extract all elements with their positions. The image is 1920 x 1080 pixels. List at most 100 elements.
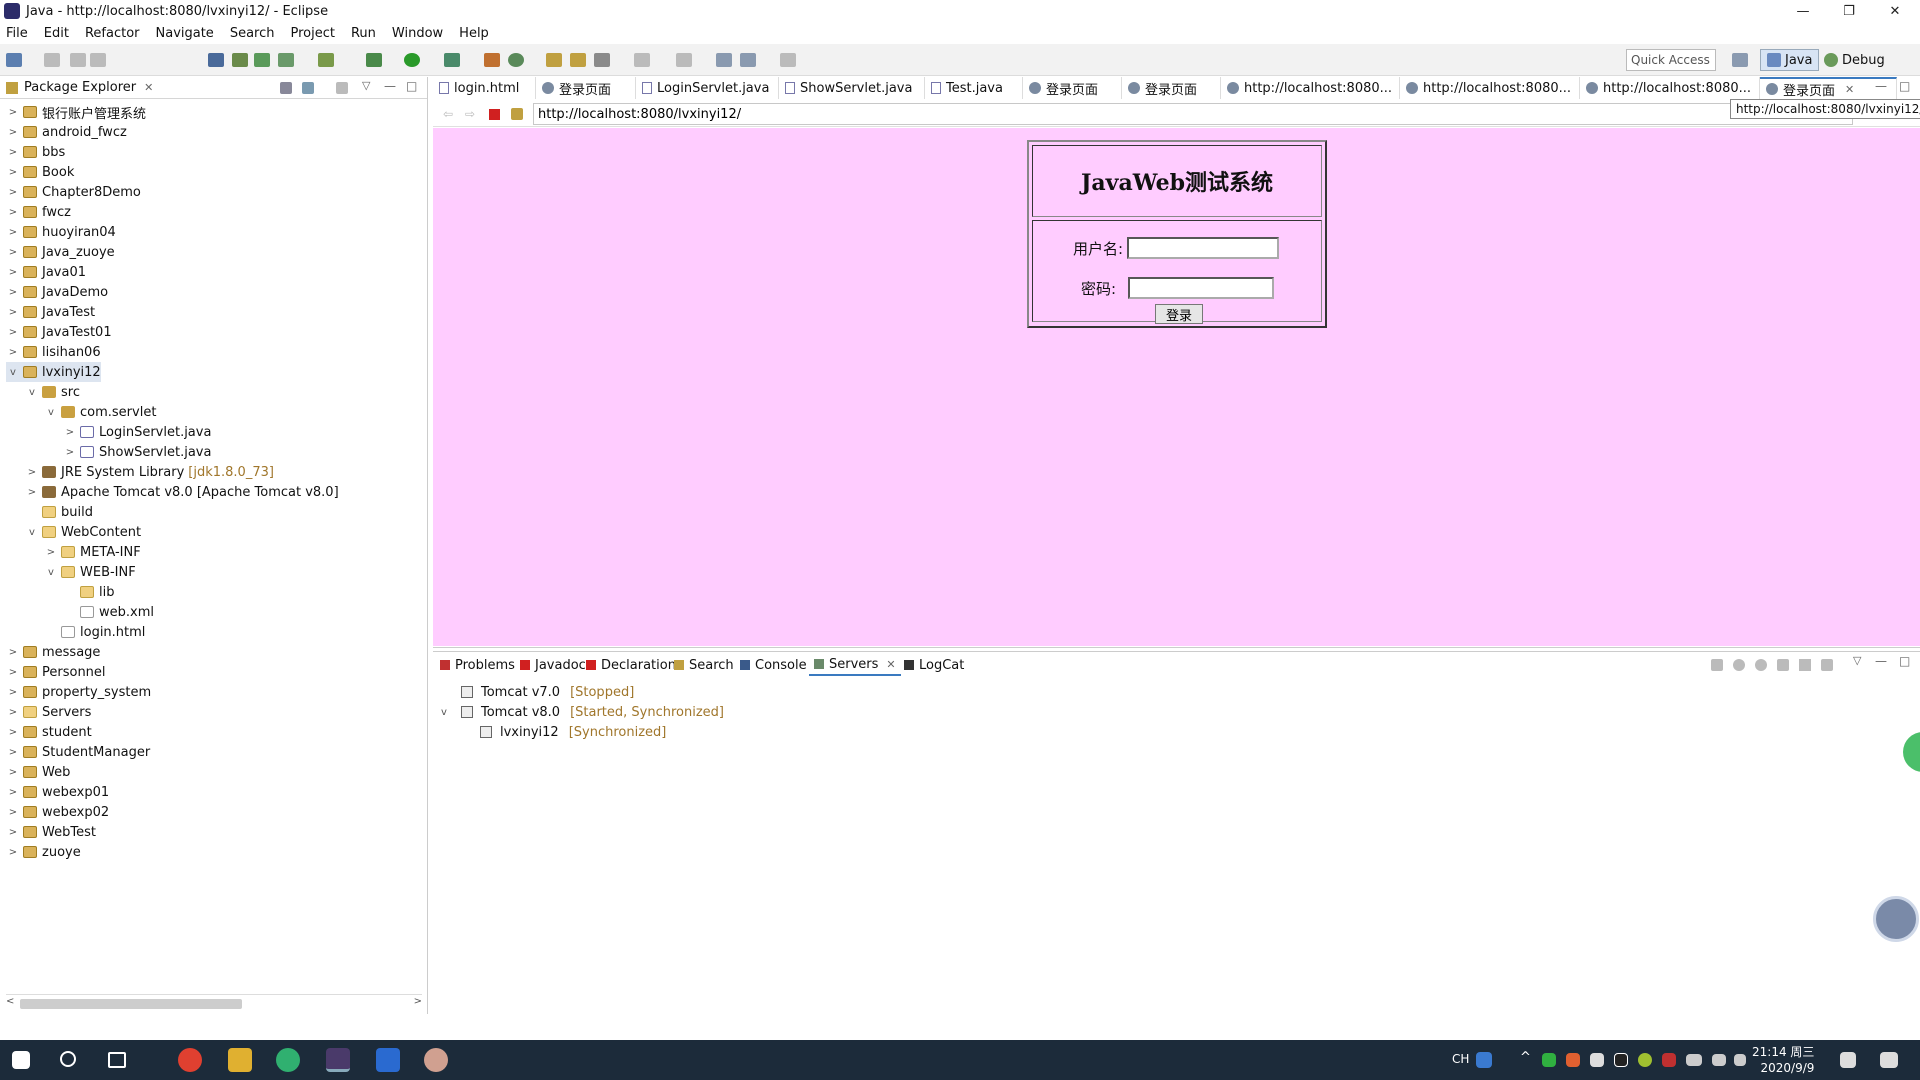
expanded-chevron-icon[interactable]: v [6, 367, 20, 378]
scroll-left-icon[interactable]: < [6, 996, 14, 1007]
menu-window[interactable]: Window [392, 26, 443, 41]
tree-item[interactable]: > Java_zuoye [6, 242, 115, 262]
maximize-button[interactable]: ❐ [1826, 0, 1872, 22]
profile-server-icon[interactable] [1777, 659, 1789, 671]
editor-tab[interactable]: http://localhost:8080... [1580, 77, 1760, 99]
collapsed-chevron-icon[interactable]: > [6, 847, 20, 858]
collapsed-chevron-icon[interactable]: > [6, 127, 20, 138]
tree-item[interactable]: > message [6, 642, 101, 662]
tree-item[interactable]: v src [25, 382, 80, 402]
wifi-icon[interactable] [1712, 1054, 1726, 1066]
windows-start-icon[interactable] [12, 1051, 30, 1069]
print-icon[interactable] [90, 53, 106, 67]
save-all-icon[interactable] [70, 53, 86, 67]
menu-run[interactable]: Run [351, 26, 376, 41]
collapsed-chevron-icon[interactable]: > [6, 767, 20, 778]
tree-item[interactable]: > LoginServlet.java [63, 422, 212, 442]
refresh-icon[interactable] [318, 53, 334, 67]
collapsed-chevron-icon[interactable]: > [6, 107, 20, 118]
collapsed-chevron-icon[interactable]: > [6, 187, 20, 198]
tab-servers[interactable]: Servers ✕ [809, 654, 901, 676]
collapsed-chevron-icon[interactable]: > [6, 307, 20, 318]
collapsed-chevron-icon[interactable]: > [63, 447, 77, 458]
external-tools-icon[interactable] [484, 53, 500, 67]
filter-icon[interactable] [336, 82, 348, 94]
server-row[interactable]: v Tomcat v8.0 [Started, Synchronized] [441, 702, 724, 722]
view-menu-icon[interactable]: ▽ [362, 79, 370, 92]
forward-icon[interactable] [780, 53, 796, 67]
task-view-icon[interactable] [108, 1052, 126, 1068]
menu-edit[interactable]: Edit [44, 26, 69, 41]
tree-item[interactable]: > JavaTest01 [6, 322, 112, 342]
collapsed-chevron-icon[interactable]: > [6, 667, 20, 678]
login-button[interactable]: 登录 [1155, 304, 1203, 324]
notification-bell-icon[interactable] [1590, 1053, 1604, 1067]
tray-app3-icon[interactable] [1638, 1053, 1652, 1067]
coverage-icon[interactable] [444, 53, 460, 67]
tree-item[interactable]: > property_system [6, 682, 151, 702]
collapsed-chevron-icon[interactable]: > [6, 287, 20, 298]
collapsed-chevron-icon[interactable]: > [6, 647, 20, 658]
tab-javadoc[interactable]: Javadoc [515, 654, 591, 676]
word-icon[interactable] [376, 1048, 400, 1072]
collapse-all-icon[interactable] [280, 82, 292, 94]
tree-item[interactable]: > huoyiran04 [6, 222, 116, 242]
username-input[interactable] [1127, 237, 1280, 259]
battery-icon[interactable] [1686, 1054, 1702, 1066]
eclipse-taskbar-icon[interactable] [326, 1048, 350, 1072]
publish-server-icon[interactable] [1821, 659, 1833, 671]
editor-tab[interactable]: 登录页面 [1122, 77, 1221, 99]
tree-item[interactable]: > Apache Tomcat v8.0 [Apache Tomcat v8.0] [25, 482, 339, 502]
tree-item[interactable]: > lisihan06 [6, 342, 101, 362]
editor-tab[interactable]: ShowServlet.java [779, 77, 925, 99]
qq-icon[interactable] [1614, 1053, 1628, 1067]
ime-icon[interactable] [1476, 1052, 1492, 1068]
tray-app4-icon[interactable] [1662, 1053, 1676, 1067]
annotation-icon[interactable] [634, 53, 650, 67]
collapsed-chevron-icon[interactable]: > [6, 347, 20, 358]
minimize-panel-icon[interactable]: — [1875, 654, 1887, 668]
tree-item[interactable]: v com.servlet [44, 402, 156, 422]
tree-item[interactable]: > META-INF [44, 542, 141, 562]
menu-file[interactable]: File [6, 26, 28, 41]
maximize-editor-icon[interactable]: □ [1899, 79, 1910, 93]
floating-widget[interactable] [1901, 730, 1920, 774]
collapsed-chevron-icon[interactable]: > [63, 427, 77, 438]
expanded-chevron-icon[interactable]: v [44, 567, 58, 578]
tree-item[interactable]: > StudentManager [6, 742, 150, 762]
minimize-editor-icon[interactable]: — [1875, 79, 1887, 93]
system-clock[interactable]: 21:14 周三 2020/9/9 [1752, 1044, 1814, 1076]
close-tab-icon[interactable]: ✕ [1845, 83, 1854, 96]
notes-icon[interactable] [1840, 1052, 1856, 1068]
save-icon[interactable] [44, 53, 60, 67]
taskbar-app-icon[interactable] [276, 1048, 300, 1072]
tree-item[interactable]: > 银行账户管理系统 [6, 102, 146, 122]
avatar[interactable] [1873, 896, 1919, 942]
tree-item[interactable]: > webexp01 [6, 782, 109, 802]
search-tool-icon[interactable] [594, 53, 610, 67]
tree-item[interactable]: build [25, 502, 93, 522]
tree-item[interactable]: web.xml [63, 602, 154, 622]
expanded-chevron-icon[interactable]: v [44, 407, 58, 418]
tree-item[interactable]: v WebContent [25, 522, 141, 542]
input-language[interactable]: CH [1452, 1052, 1469, 1066]
server-row[interactable]: lvxinyi12 [Synchronized] [460, 722, 666, 742]
collapsed-chevron-icon[interactable]: > [6, 267, 20, 278]
collapsed-chevron-icon[interactable]: > [6, 207, 20, 218]
expanded-chevron-icon[interactable]: v [25, 387, 39, 398]
start-server-icon[interactable] [1755, 659, 1767, 671]
search-icon[interactable] [60, 1051, 76, 1067]
tree-item[interactable]: > android_fwcz [6, 122, 127, 142]
tree-item[interactable]: > fwcz [6, 202, 71, 222]
debug-server-icon[interactable] [1733, 659, 1745, 671]
collapsed-chevron-icon[interactable]: > [6, 247, 20, 258]
tab-declaration[interactable]: Declaration [581, 654, 681, 676]
collapsed-chevron-icon[interactable]: > [6, 147, 20, 158]
tree-item[interactable]: > zuoye [6, 842, 81, 862]
tray-app2-icon[interactable] [1566, 1053, 1580, 1067]
debug-icon[interactable] [366, 53, 382, 67]
tree-item[interactable]: > Web [6, 762, 71, 782]
open-task-icon[interactable] [570, 53, 586, 67]
minimize-view-icon[interactable]: — [384, 79, 396, 93]
stop-server-icon[interactable] [1799, 659, 1811, 671]
